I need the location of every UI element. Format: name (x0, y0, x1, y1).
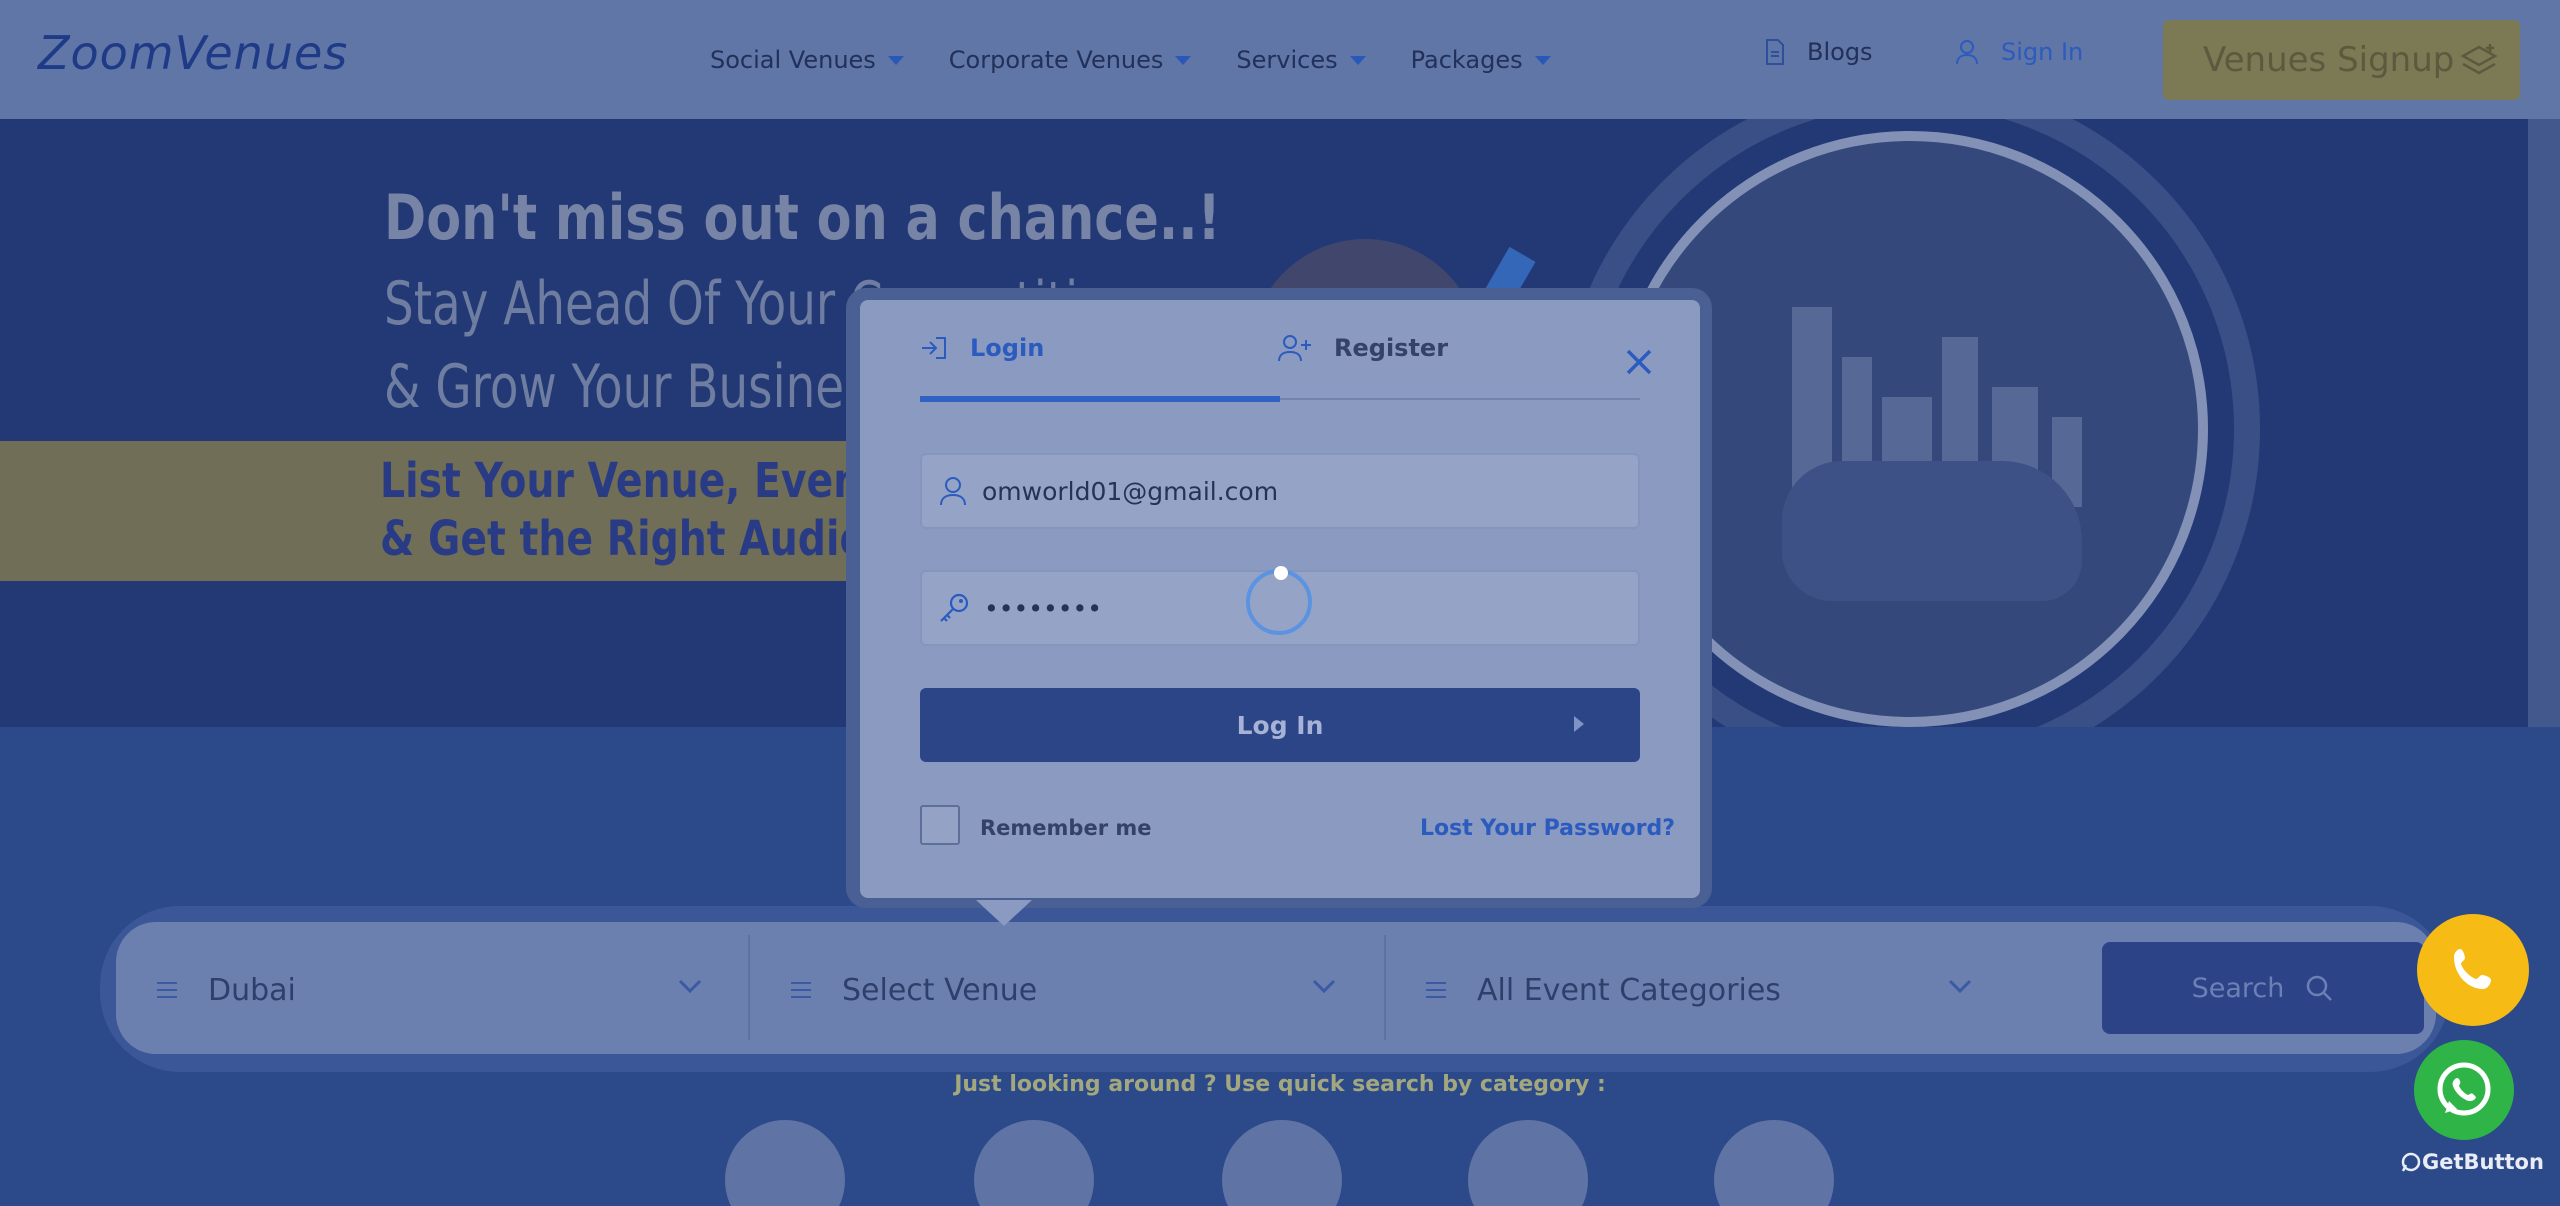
phone-icon (2454, 949, 2491, 989)
nav-social-venues[interactable]: Social Venues (710, 40, 904, 80)
divider (1384, 935, 1386, 1040)
nav-label: Packages (1410, 46, 1523, 74)
whatsapp-icon (2437, 1062, 2491, 1116)
chevron-down-icon (678, 979, 702, 994)
user-icon (1956, 40, 1978, 65)
quick-search-label: Just looking around ? Use quick search b… (954, 1072, 1606, 1097)
category-yacht-icon[interactable] (1222, 1120, 1342, 1206)
blogs-link[interactable]: Blogs (1765, 38, 1873, 66)
search-button-label: Search (2191, 972, 2285, 1004)
venue-value: Select Venue (842, 972, 1038, 1008)
category-select[interactable]: All Event Categories (1425, 950, 1781, 1030)
active-tab-indicator (920, 396, 1280, 402)
search-bar (116, 922, 2436, 1054)
modal-pointer (976, 900, 1032, 926)
tab-register[interactable]: Register (1278, 334, 1448, 362)
handshake-shape (1782, 461, 2082, 601)
menu-icon (1426, 982, 1446, 998)
logo-text: ZoomVenues (38, 26, 349, 80)
search-icon (2307, 975, 2333, 1001)
nav-label: Services (1236, 46, 1338, 74)
chevron-down-icon (1312, 979, 1336, 994)
username-value: omworld01@gmail.com (982, 476, 1279, 506)
tab-login-label: Login (970, 334, 1045, 362)
call-button[interactable] (2417, 914, 2529, 1026)
category-wedding-icon[interactable] (1468, 1120, 1588, 1206)
search-button[interactable]: Search (2102, 942, 2424, 1034)
nav-label: Corporate Venues (948, 46, 1164, 74)
sign-in-icon (922, 337, 946, 359)
menu-icon (157, 982, 177, 998)
layers-plus-icon (2460, 44, 2498, 75)
city-select[interactable]: Dubai (156, 950, 296, 1030)
divider (748, 935, 750, 1040)
username-field[interactable]: omworld01@gmail.com (920, 453, 1640, 529)
close-icon[interactable] (1620, 343, 1658, 381)
caret-down-icon (887, 55, 904, 65)
hero-cta-line-1: List Your Venue, Event (380, 453, 881, 509)
nav-corporate-venues[interactable]: Corporate Venues (949, 40, 1192, 80)
category-party-icon[interactable] (974, 1120, 1094, 1206)
site-header: ZoomVenues Social Venues Corporate Venue… (0, 0, 2560, 119)
caret-right-icon (1574, 716, 1584, 732)
signup-label: Venues Signup (2203, 40, 2455, 80)
nav-services[interactable]: Services (1236, 40, 1366, 80)
caret-down-icon (1349, 55, 1366, 65)
hero-subtitle-2: & Grow Your Business (384, 352, 893, 422)
signin-label: Sign In (2001, 38, 2084, 66)
remember-me-checkbox[interactable] (920, 805, 960, 845)
site-logo[interactable]: ZoomVenues (38, 14, 347, 84)
category-cake-icon[interactable] (1714, 1120, 1834, 1206)
nav-packages[interactable]: Packages (1411, 40, 1551, 80)
venue-select[interactable]: Select Venue (790, 950, 1037, 1030)
category-value: All Event Categories (1477, 972, 1781, 1008)
user-icon (940, 477, 966, 506)
key-icon (940, 593, 969, 622)
caret-down-icon (1534, 55, 1551, 65)
chat-bubble-icon (2401, 1152, 2421, 1172)
caret-down-icon (1175, 55, 1192, 65)
spinner-dot (1274, 566, 1288, 580)
getbutton-branding[interactable]: GetButton (2400, 1150, 2544, 1174)
page-scrollbar[interactable] (2528, 119, 2560, 727)
remember-me-label[interactable]: Remember me (980, 816, 1152, 840)
user-plus-icon (1278, 335, 1311, 362)
login-button-label: Log In (1236, 710, 1324, 740)
document-icon (1766, 39, 1784, 65)
main-nav: Social Venues Corporate Venues Services … (710, 40, 1596, 80)
signin-link[interactable]: Sign In (1955, 38, 2083, 66)
password-value: •••••••• (984, 593, 1102, 623)
getbutton-label: GetButton (2422, 1150, 2544, 1174)
lost-password-link[interactable]: Lost Your Password? (1420, 816, 1675, 841)
tab-login[interactable]: Login (920, 334, 1044, 362)
chevron-down-icon (1948, 979, 1972, 994)
menu-icon (791, 982, 811, 998)
nav-label: Social Venues (710, 46, 876, 74)
whatsapp-button[interactable] (2414, 1040, 2514, 1140)
category-venue-icon[interactable] (725, 1120, 845, 1206)
blogs-label: Blogs (1807, 38, 1873, 66)
hero-title: Don't miss out on a chance..! (384, 181, 1221, 254)
tab-register-label: Register (1334, 334, 1449, 362)
city-value: Dubai (208, 972, 296, 1008)
login-button[interactable]: Log In (920, 688, 1640, 762)
venues-signup-button[interactable]: Venues Signup (2163, 20, 2520, 100)
